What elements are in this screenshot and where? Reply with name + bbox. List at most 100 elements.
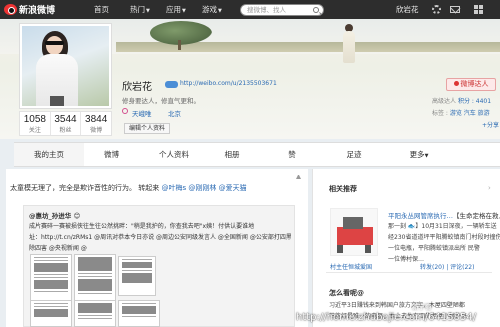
nav-item-hot[interactable]: 热门▼ [130,0,150,19]
topic-line: 习近平3日赚钱来到韩国户旅方文字，木屋四壁陋都 [329,302,465,309]
current-user-link[interactable]: 欣岩花 [396,0,419,19]
chevron-down-icon: ▼ [182,8,186,14]
stat-number: 3844 [85,114,108,125]
tab-weibo[interactable]: 微博 [84,143,139,166]
level-label: 高级达人 [432,98,457,105]
profile-stats: 1058 关注 3544 粉丝 3844 微博 [19,111,112,136]
divider [326,272,492,273]
profile-location[interactable]: 天峨唯 [132,108,152,118]
tags-value[interactable]: 游览 汽车 旅游 [450,110,490,117]
profile-bio: 修身要达人，修直气更和。 [122,97,200,105]
gear-icon[interactable] [432,5,441,14]
url-watermark: http://home.zhubajie.com/6415854/ [296,312,477,323]
nav-item-label: 首页 [94,5,109,14]
tab-label: 微博 [104,150,119,159]
tags-more-link[interactable]: +分享 [482,120,499,129]
tab-label: 更多 [409,150,425,159]
avatar[interactable] [19,23,112,109]
nav-item-label: 热门 [130,5,145,14]
stat-posts[interactable]: 3844 微博 [81,112,111,135]
repost-label: 转起来 [138,184,160,192]
female-gender-icon [122,108,128,114]
tags-info: 标签 : 游览 汽车 旅游 [432,108,490,117]
related-recommend-title: 相关推荐 [329,185,357,193]
mail-icon[interactable] [450,6,460,13]
nav-item-home[interactable]: 首页 [94,0,109,19]
scene-sketch-icon [337,217,373,253]
attached-image-thumbnail[interactable] [118,300,160,327]
chevron-down-icon: ▼ [424,153,429,159]
stat-label: 微博 [90,127,103,134]
weibo-talent-button[interactable]: 微博达人 [446,78,496,91]
post-text: 太童模无理了，完全是欺诈音性的行为。 转起来 @叶梅s @刚刚林 @爱天猫 [10,183,247,193]
cover-tree-trunk [178,40,181,50]
chevron-right-icon[interactable]: › [488,184,491,192]
tab-more[interactable]: 更多▼ [394,143,444,166]
level-info: 高级达人 积分 : 4401 [432,96,491,105]
nav-item-label: 游戏 [202,5,217,14]
repost-line: 址：http://t.cn/zRMs1 @周讯对恭本今日亦说 @周边公安同级发言… [29,234,291,241]
stat-number: 3544 [54,114,77,125]
repost-author[interactable]: @惠坊_孙进华 😊 [29,210,80,220]
weibo-logo[interactable]: 新浪微博 [4,3,55,16]
top-navigation-bar: 新浪微博 首页 热门▼ 应用▼ 游戏▼ 搜微博、找人 欣岩花 [0,0,500,19]
nav-item-label: 应用 [166,5,181,14]
stat-label: 粉丝 [59,127,72,134]
search-input[interactable]: 搜微博、找人 [240,4,324,16]
stat-number: 1058 [23,114,46,125]
profile-tabs: 我的主页 微博 个人资料 相册 赞 足迹 更多▼ [14,142,500,167]
recommend-line: 那一刻 🐟】10月31日深夜，一辆轿车送 [388,223,497,230]
grid-menu-icon[interactable] [474,5,483,14]
tab-label: 相册 [224,150,240,159]
recommend-thumbnail[interactable] [330,208,378,256]
search-placeholder: 搜微博、找人 [247,6,286,14]
cover-tree [150,21,212,45]
cover-figure [340,24,358,64]
chevron-down-icon: ▼ [218,8,222,14]
collapse-arrow-icon[interactable] [296,175,301,179]
tab-likes[interactable]: 赞 [276,143,308,166]
post-mentions[interactable]: @叶梅s @刚刚林 @爱天猫 [161,184,246,192]
tab-label: 我的主页 [34,150,64,159]
profile-url[interactable]: http://weibo.com/u/2135503671 [180,80,277,87]
tab-label: 个人资料 [159,150,189,159]
stat-label: 关注 [28,127,41,134]
post-body: 太童模无理了，完全是欺诈音性的行为。 [10,184,136,192]
attached-image-thumbnail[interactable] [74,300,116,327]
talent-icon [453,81,459,86]
tags-label: 标签 : [432,110,448,117]
recommend-line: 经230省道道坪平阳腾蛟镇南门村段时撞伤 [388,234,500,241]
level-value[interactable]: 积分 : 4401 [458,98,491,105]
attached-image-thumbnail[interactable] [30,300,72,327]
recommend-line: 一位电瓶，平阳腾蛟镇派出所 民警 [388,245,480,252]
recommend-source[interactable]: 平阳永丛网管席执行… [388,212,453,220]
recommend-title-tail: 【生命定格在救人 [453,212,500,220]
profile-city[interactable]: 北京 [168,108,181,118]
nav-item-games[interactable]: 游戏▼ [202,0,222,19]
tab-profile[interactable]: 个人资料 [140,143,208,166]
corner-watermark: 新宁蜀 [412,303,432,311]
tab-my-home[interactable]: 我的主页 [14,143,84,166]
avatar-photo [22,26,109,106]
topic-title: 怎么看呢@ [329,289,364,297]
edit-profile-button[interactable]: 编辑个人资料 [124,123,170,134]
repost-line: 成片赛碎一赛被损侠往生往公然挑畔："稍是我护的，你查我去吧"x姨！付供认要谁地 [29,223,255,230]
recommend-title: 平阳永丛网管席执行…【生命定格在救人 [388,210,500,220]
stat-following[interactable]: 1058 关注 [20,112,51,135]
verified-badge-icon[interactable] [165,81,178,88]
search-icon[interactable] [313,7,319,13]
recommend-line: 一位傅村保… [388,256,425,263]
logo-text: 新浪微博 [19,6,56,16]
tab-label: 赞 [288,150,296,159]
tab-footprints[interactable]: 足迹 [332,143,376,166]
recommend-author-link[interactable]: 村主任恒城爱国 [330,262,372,271]
repost-comment-counts[interactable]: 转发(20) | 评论(22) [420,262,474,271]
talent-label: 微博达人 [460,80,489,88]
stat-followers[interactable]: 3544 粉丝 [51,112,82,135]
repost-line: 除四害 @央视新闻 @ [29,245,87,252]
tab-album[interactable]: 相册 [210,143,254,166]
nav-item-apps[interactable]: 应用▼ [166,0,186,19]
tab-label: 足迹 [346,150,362,159]
chevron-down-icon: ▼ [146,8,150,14]
attached-image-thumbnail[interactable] [118,256,156,296]
